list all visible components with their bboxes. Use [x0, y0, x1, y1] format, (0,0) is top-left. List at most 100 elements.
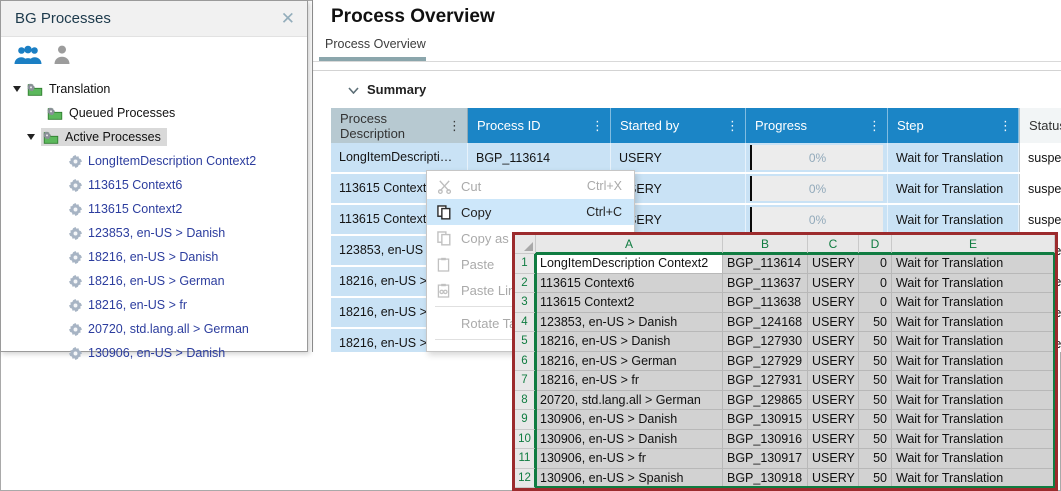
tree-item[interactable]: LongItemDescription Context2: [1, 149, 307, 173]
row-header[interactable]: 6: [515, 352, 536, 372]
menu-item-copy[interactable]: CopyCtrl+C: [427, 199, 634, 225]
tree-expand-arrow[interactable]: [27, 134, 35, 140]
column-header-e[interactable]: E: [892, 235, 1055, 254]
spreadsheet-cell[interactable]: LongItemDescription Context2: [536, 254, 723, 274]
tree-item[interactable]: Active Processes: [1, 125, 307, 149]
tree-item[interactable]: 18216, en-US > Danish: [1, 245, 307, 269]
spreadsheet-cell[interactable]: 130906, en-US > Danish: [536, 410, 723, 430]
spreadsheet-cell[interactable]: BGP_130916: [723, 430, 808, 450]
spreadsheet-cell[interactable]: Wait for Translation: [892, 313, 1055, 333]
spreadsheet-cell[interactable]: 123853, en-US > Danish: [536, 313, 723, 333]
spreadsheet-cell[interactable]: Wait for Translation: [892, 332, 1055, 352]
spreadsheet-cell[interactable]: 113615 Context2: [536, 293, 723, 313]
spreadsheet-cell[interactable]: Wait for Translation: [892, 469, 1055, 489]
tree-item[interactable]: 113615 Context2: [1, 197, 307, 221]
spreadsheet-cell[interactable]: BGP_113637: [723, 274, 808, 294]
spreadsheet-cell[interactable]: 130906, en-US > fr: [536, 449, 723, 469]
row-header[interactable]: 1: [515, 254, 536, 274]
user-icon[interactable]: [53, 45, 71, 65]
spreadsheet-cell[interactable]: 50: [859, 469, 892, 489]
spreadsheet-cell[interactable]: USERY: [808, 274, 859, 294]
tree-item[interactable]: 18216, en-US > fr: [1, 293, 307, 317]
spreadsheet-cell[interactable]: 0: [859, 274, 892, 294]
spreadsheet-cell[interactable]: 50: [859, 391, 892, 411]
column-header-progress[interactable]: Progress⋮: [746, 108, 888, 143]
row-header[interactable]: 9: [515, 410, 536, 430]
spreadsheet-cell[interactable]: BGP_124168: [723, 313, 808, 333]
spreadsheet-cell[interactable]: BGP_113638: [723, 293, 808, 313]
spreadsheet-cell[interactable]: BGP_113614: [723, 254, 808, 274]
spreadsheet-cell[interactable]: USERY: [808, 332, 859, 352]
spreadsheet-cell[interactable]: USERY: [808, 430, 859, 450]
select-all-corner[interactable]: [515, 235, 536, 254]
spreadsheet-cell[interactable]: USERY: [808, 293, 859, 313]
spreadsheet-cell[interactable]: 18216, en-US > Danish: [536, 332, 723, 352]
column-header-status[interactable]: Status: [1019, 108, 1061, 143]
spreadsheet-cell[interactable]: Wait for Translation: [892, 449, 1055, 469]
spreadsheet-cell[interactable]: BGP_129865: [723, 391, 808, 411]
spreadsheet-cell[interactable]: 130906, en-US > Spanish: [536, 469, 723, 489]
column-menu-icon[interactable]: ⋮: [726, 121, 739, 131]
spreadsheet-cell[interactable]: 50: [859, 313, 892, 333]
users-group-icon[interactable]: [13, 45, 43, 65]
column-header-started-by[interactable]: Started by⋮: [611, 108, 746, 143]
column-header-a[interactable]: A: [536, 235, 723, 254]
column-header-b[interactable]: B: [723, 235, 808, 254]
spreadsheet-cell[interactable]: BGP_130918: [723, 469, 808, 489]
row-header[interactable]: 12: [515, 469, 536, 489]
tree-item[interactable]: 123853, en-US > Danish: [1, 221, 307, 245]
spreadsheet-cell[interactable]: BGP_127929: [723, 352, 808, 372]
tree-item[interactable]: 113615 Context6: [1, 173, 307, 197]
spreadsheet-cell[interactable]: BGP_130917: [723, 449, 808, 469]
spreadsheet-cell[interactable]: 113615 Context6: [536, 274, 723, 294]
spreadsheet-cell[interactable]: 50: [859, 371, 892, 391]
spreadsheet-cell[interactable]: 50: [859, 410, 892, 430]
spreadsheet-cell[interactable]: Wait for Translation: [892, 410, 1055, 430]
spreadsheet-cell[interactable]: Wait for Translation: [892, 371, 1055, 391]
spreadsheet-cell[interactable]: Wait for Translation: [892, 391, 1055, 411]
spreadsheet-cell[interactable]: USERY: [808, 391, 859, 411]
summary-section-label[interactable]: Summary: [367, 82, 426, 97]
spreadsheet-cell[interactable]: BGP_127931: [723, 371, 808, 391]
spreadsheet-cell[interactable]: 50: [859, 352, 892, 372]
row-header[interactable]: 8: [515, 391, 536, 411]
column-menu-icon[interactable]: ⋮: [868, 121, 881, 131]
spreadsheet-cell[interactable]: BGP_130915: [723, 410, 808, 430]
tree-item[interactable]: Queued Processes: [1, 101, 307, 125]
spreadsheet-cell[interactable]: BGP_127930: [723, 332, 808, 352]
column-header-process-description[interactable]: Process Description⋮: [331, 108, 468, 143]
spreadsheet-cell[interactable]: USERY: [808, 410, 859, 430]
spreadsheet-cell[interactable]: Wait for Translation: [892, 274, 1055, 294]
tree-item[interactable]: 130906, en-US > Danish: [1, 341, 307, 365]
spreadsheet-cell[interactable]: 20720, std.lang.all > German: [536, 391, 723, 411]
chevron-down-icon[interactable]: [348, 87, 359, 94]
spreadsheet-cell[interactable]: 0: [859, 293, 892, 313]
column-header-process-id[interactable]: Process ID⋮: [468, 108, 611, 143]
row-header[interactable]: 7: [515, 371, 536, 391]
column-header-c[interactable]: C: [808, 235, 859, 254]
row-header[interactable]: 5: [515, 332, 536, 352]
spreadsheet-cell[interactable]: USERY: [808, 313, 859, 333]
tab-process-overview[interactable]: Process Overview: [325, 37, 426, 51]
spreadsheet-cell[interactable]: 50: [859, 430, 892, 450]
row-header[interactable]: 11: [515, 449, 536, 469]
spreadsheet-cell[interactable]: USERY: [808, 352, 859, 372]
spreadsheet-cell[interactable]: Wait for Translation: [892, 254, 1055, 274]
spreadsheet-cell[interactable]: 50: [859, 449, 892, 469]
spreadsheet-cell[interactable]: USERY: [808, 371, 859, 391]
spreadsheet-cell[interactable]: Wait for Translation: [892, 293, 1055, 313]
close-icon[interactable]: ✕: [281, 10, 295, 27]
spreadsheet-cell[interactable]: USERY: [808, 254, 859, 274]
spreadsheet-cell[interactable]: 0: [859, 254, 892, 274]
spreadsheet-cell[interactable]: USERY: [808, 469, 859, 489]
tree-expand-arrow[interactable]: [13, 86, 21, 92]
tree-item-root[interactable]: Translation: [1, 77, 307, 101]
tree-item[interactable]: 18216, en-US > German: [1, 269, 307, 293]
column-header-d[interactable]: D: [859, 235, 892, 254]
spreadsheet-cell[interactable]: 18216, en-US > fr: [536, 371, 723, 391]
column-menu-icon[interactable]: ⋮: [448, 121, 461, 131]
spreadsheet-cell[interactable]: Wait for Translation: [892, 352, 1055, 372]
column-menu-icon[interactable]: ⋮: [591, 121, 604, 131]
spreadsheet-cell[interactable]: 50: [859, 332, 892, 352]
row-header[interactable]: 2: [515, 274, 536, 294]
